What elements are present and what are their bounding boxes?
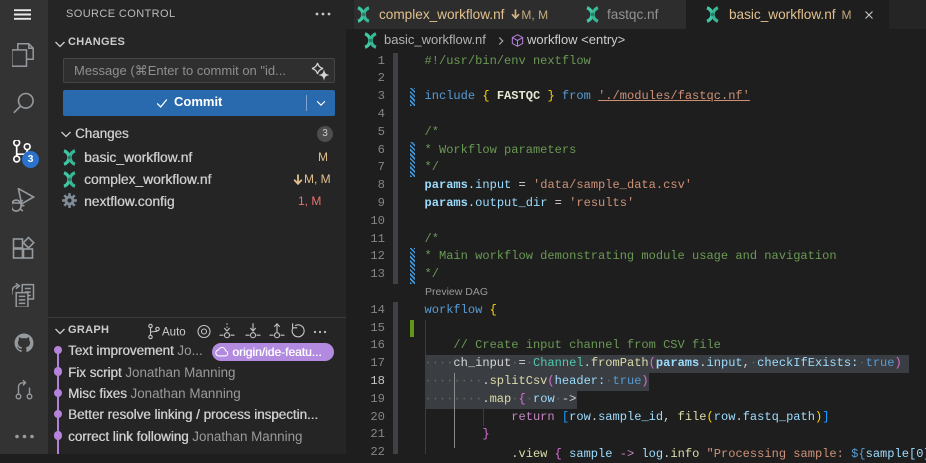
svg-text:Auto: Auto xyxy=(162,327,186,339)
